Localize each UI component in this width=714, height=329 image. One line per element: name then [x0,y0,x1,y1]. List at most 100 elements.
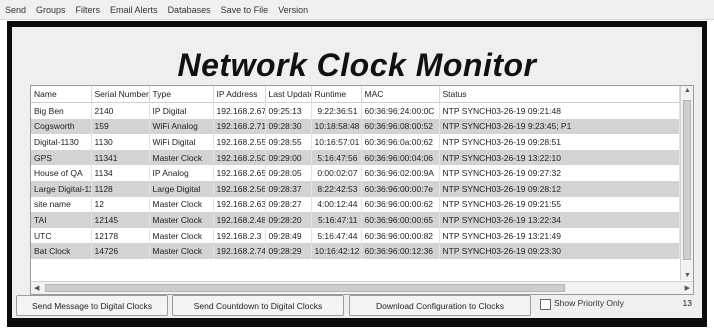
column-header-runtime[interactable]: Runtime [311,86,362,103]
table-row[interactable]: site name 12 Master Clock 192.168.2.63 09:28… [31,196,680,213]
table-cell: NTP SYNCH03-26-19 9:23:45; P1 [439,118,680,135]
table-cell: GPS [31,149,92,166]
table-cell: 192.168.2.48 [213,212,266,228]
table-cell: 09:28:55 [265,134,312,150]
table-cell: 09:29:00 [265,149,312,166]
vertical-scroll-thumb[interactable] [683,100,691,260]
table-cell: 10:16:42:12 [311,243,362,259]
table-row[interactable]: Big Ben 2140 IP Digital 192.168.2.67 09:25:1… [31,102,680,119]
table-cell: 192.168.2.65 [213,165,266,181]
table-cell: Master Clock [149,212,214,228]
scroll-left-icon[interactable]: ◀ [34,284,39,292]
table-cell: 09:28:49 [265,227,312,244]
menu-item-send[interactable]: Send [0,5,31,15]
table-cell: 60:36:96:00:12:36 [361,243,440,259]
table-cell: Master Clock [149,149,214,166]
download-configuration-button[interactable]: Download Configuration to Clocks [349,295,531,316]
menu-item-save-to-file[interactable]: Save to File [216,5,274,15]
menu-item-databases[interactable]: Databases [163,5,216,15]
table-cell: NTP SYNCH03-26-19 09:21:55 [439,196,680,213]
menu-item-groups[interactable]: Groups [31,5,71,15]
table-cell: 09:28:20 [265,212,312,228]
table-row[interactable]: UTC 12178 Master Clock 192.168.2.3 09:28:49 5… [31,227,680,244]
table-cell: 0:00:02:07 [311,165,362,181]
column-header-mac[interactable]: MAC [361,86,440,103]
column-header-type[interactable]: Type [149,86,214,103]
table-cell: 09:28:29 [265,243,312,259]
clock-table: Name Serial Number Type IP Address Last Upda… [30,85,694,295]
clock-count: 13 [682,298,692,308]
table-cell: 5:16:47:56 [311,149,362,166]
table-cell: 11341 [91,149,150,166]
table-cell: 60:36:96:00:04:06 [361,149,440,166]
table-cell: IP Analog [149,165,214,181]
table-cell: 12 [91,196,150,213]
table-row[interactable]: Digital-1130 1130 WiFi Digital 192.168.2.55… [31,134,680,150]
table-cell: 60:36:96:00:00:62 [361,196,440,213]
table-cell: 60:36:96:0a:00:62 [361,134,440,150]
table-cell: Cogsworth [31,118,92,135]
table-cell: 60:36:96:00:00:7e [361,180,440,197]
table-row[interactable]: Cogsworth 159 WiFi Analog 192.168.2.71 09:28… [31,118,680,135]
menu-item-email-alerts[interactable]: Email Alerts [105,5,163,15]
table-row[interactable]: Large Digital-11281128Large Digital192.1… [31,180,680,197]
table-cell: 159 [91,118,150,135]
scroll-down-icon[interactable]: ▼ [684,272,691,279]
table-cell: NTP SYNCH03-26-19 09:21:48 [439,102,680,119]
table-cell: 5:16:47:11 [311,212,362,228]
table-cell: Digital-1130 [31,134,92,150]
table-cell: 09:28:37 [265,180,312,197]
scroll-up-icon[interactable]: ▲ [684,87,691,94]
menu-bar: Send Groups Filters Email Alerts Databases Sa… [0,0,714,20]
main-panel: Network Clock Monitor Name Serial Number T… [12,27,702,318]
table-cell: 192.168.2.67 [213,102,266,119]
table-row[interactable]: House of QA 1134 IP Analog 192.168.2.65 09:2… [31,165,680,181]
table-cell: 09:28:27 [265,196,312,213]
table-cell: Big Ben [31,102,92,119]
column-header-name[interactable]: Name [31,86,92,103]
column-header-last-update[interactable]: Last Update [265,86,312,103]
send-message-button[interactable]: Send Message to Digital Clocks [16,295,168,316]
table-cell: 1128 [91,180,150,197]
table-cell: Master Clock [149,227,214,244]
table-cell: TAI [31,212,92,228]
table-cell: Bat Clock [31,243,92,259]
table-cell: 2140 [91,102,150,119]
table-cell: NTP SYNCH03-26-19 09:28:51 [439,134,680,150]
table-cell: 5:16:47:44 [311,227,362,244]
table-cell: 192.168.2.3 [213,227,266,244]
table-cell: House of QA [31,165,92,181]
table-cell: Large Digital [149,180,214,197]
horizontal-scrollbar[interactable]: ◀ ▶ [31,281,693,294]
table-cell: 10:16:57:01 [311,134,362,150]
table-cell: 8:22:42:53 [311,180,362,197]
table-cell: 4:00:12:44 [311,196,362,213]
vertical-scrollbar[interactable]: ▲ ▼ [680,86,693,280]
show-priority-checkbox[interactable] [540,299,551,310]
column-header-status[interactable]: Status [439,86,680,103]
table-cell: 192.168.2.63 [213,196,266,213]
table-row[interactable]: Bat Clock 14726 Master Clock 192.168.2.74 09… [31,243,680,259]
table-cell: 60:36:96:00:00:82 [361,227,440,244]
table-row[interactable]: TAI 12145 Master Clock 192.168.2.48 09:28:20… [31,212,680,228]
table-cell: 10:18:58:48 [311,118,362,135]
table-cell: 1130 [91,134,150,150]
table-cell: 60:36:96:02:00:9A [361,165,440,181]
scroll-right-icon[interactable]: ▶ [685,284,690,292]
menu-item-version[interactable]: Version [273,5,313,15]
table-cell: NTP SYNCH03-26-19 09:28:12 [439,180,680,197]
table-cell: Master Clock [149,196,214,213]
table-cell: 60:36:96:08:00:52 [361,118,440,135]
send-countdown-button[interactable]: Send Countdown to Digital Clocks [172,295,344,316]
table-cell: site name [31,196,92,213]
table-cell: 12178 [91,227,150,244]
table-row[interactable]: GPS 11341 Master Clock 192.168.2.50 09:29:00… [31,149,680,166]
column-header-ip-address[interactable]: IP Address [213,86,266,103]
menu-item-filters[interactable]: Filters [71,5,106,15]
table-cell: 192.168.2.50 [213,149,266,166]
column-header-serial-number[interactable]: Serial Number [91,86,150,103]
table-cell: 60:36:96:24:00:0C [361,102,440,119]
table-cell: 192.168.2.71 [213,118,266,135]
horizontal-scroll-thumb[interactable] [45,284,565,292]
table-cell: NTP SYNCH03-26-19 13:22:10 [439,149,680,166]
